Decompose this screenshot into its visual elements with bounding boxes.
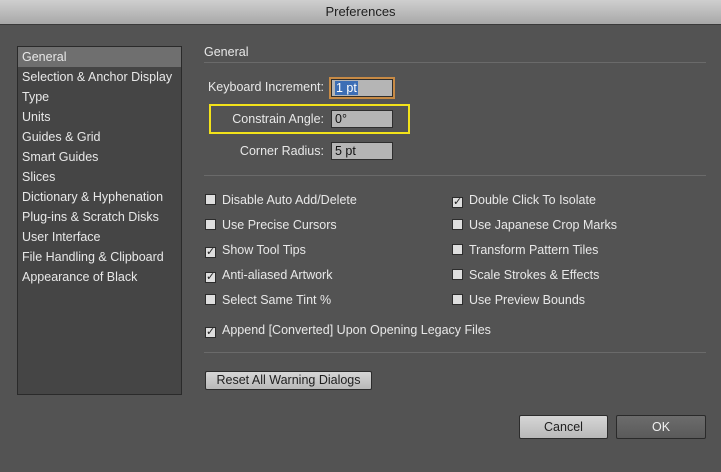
- use-japanese-crop-marks-label: Use Japanese Crop Marks: [469, 218, 617, 232]
- use-precise-cursors-label: Use Precise Cursors: [222, 218, 337, 232]
- transform-pattern-tiles-option[interactable]: Transform Pattern Tiles: [452, 242, 598, 258]
- transform-pattern-tiles-checkbox[interactable]: [452, 244, 463, 255]
- sidebar-item-general[interactable]: General: [18, 47, 181, 67]
- append-converted-label: Append [Converted] Upon Opening Legacy F…: [222, 323, 491, 337]
- double-click-to-isolate-checkbox[interactable]: ✓: [452, 197, 463, 208]
- anti-aliased-artwork-label: Anti-aliased Artwork: [222, 268, 333, 282]
- sidebar-item-guides-grid[interactable]: Guides & Grid: [18, 127, 181, 147]
- double-click-to-isolate-option[interactable]: ✓ Double Click To Isolate: [452, 192, 596, 208]
- disable-auto-add-delete-checkbox[interactable]: [205, 194, 216, 205]
- cancel-button[interactable]: Cancel: [519, 415, 608, 439]
- options-divider-bottom: [204, 352, 706, 353]
- sidebar-item-type[interactable]: Type: [18, 87, 181, 107]
- append-converted-option[interactable]: ✓ Append [Converted] Upon Opening Legacy …: [205, 322, 491, 338]
- reset-warning-dialogs-button[interactable]: Reset All Warning Dialogs: [205, 371, 372, 390]
- scale-strokes-effects-label: Scale Strokes & Effects: [469, 268, 600, 282]
- window-title: Preferences: [0, 0, 721, 25]
- constrain-angle-label: Constrain Angle:: [232, 112, 324, 126]
- show-tool-tips-option[interactable]: ✓ Show Tool Tips: [205, 242, 306, 258]
- show-tool-tips-checkbox[interactable]: ✓: [205, 247, 216, 258]
- keyboard-increment-value: 1 pt: [335, 81, 358, 95]
- preferences-sidebar: General Selection & Anchor Display Type …: [17, 46, 182, 395]
- sidebar-item-dictionary-hyphenation[interactable]: Dictionary & Hyphenation: [18, 187, 181, 207]
- keyboard-increment-input[interactable]: 1 pt: [329, 77, 395, 99]
- preferences-window: Preferences General Selection & Anchor D…: [0, 0, 721, 472]
- disable-auto-add-delete-option[interactable]: Disable Auto Add/Delete: [205, 192, 357, 208]
- keyboard-increment-label: Keyboard Increment:: [207, 80, 324, 94]
- section-title: General: [204, 45, 249, 59]
- anti-aliased-artwork-checkbox[interactable]: ✓: [205, 272, 216, 283]
- use-preview-bounds-checkbox[interactable]: [452, 294, 463, 305]
- select-same-tint-label: Select Same Tint %: [222, 293, 332, 307]
- constrain-angle-input[interactable]: 0°: [331, 110, 393, 128]
- select-same-tint-option[interactable]: Select Same Tint %: [205, 292, 331, 308]
- sidebar-item-user-interface[interactable]: User Interface: [18, 227, 181, 247]
- anti-aliased-artwork-option[interactable]: ✓ Anti-aliased Artwork: [205, 267, 332, 283]
- corner-radius-input[interactable]: 5 pt: [331, 142, 393, 160]
- show-tool-tips-label: Show Tool Tips: [222, 243, 306, 257]
- sidebar-item-file-handling-clipboard[interactable]: File Handling & Clipboard: [18, 247, 181, 267]
- sidebar-item-units[interactable]: Units: [18, 107, 181, 127]
- disable-auto-add-delete-label: Disable Auto Add/Delete: [222, 193, 357, 207]
- sidebar-item-plugins-scratch-disks[interactable]: Plug-ins & Scratch Disks: [18, 207, 181, 227]
- append-converted-checkbox[interactable]: ✓: [205, 327, 216, 338]
- scale-strokes-effects-option[interactable]: Scale Strokes & Effects: [452, 267, 599, 283]
- ok-button[interactable]: OK: [616, 415, 706, 439]
- use-preview-bounds-option[interactable]: Use Preview Bounds: [452, 292, 585, 308]
- sidebar-item-selection-anchor-display[interactable]: Selection & Anchor Display: [18, 67, 181, 87]
- use-japanese-crop-marks-option[interactable]: Use Japanese Crop Marks: [452, 217, 617, 233]
- corner-radius-label: Corner Radius:: [239, 144, 324, 158]
- double-click-to-isolate-label: Double Click To Isolate: [469, 193, 596, 207]
- sidebar-item-smart-guides[interactable]: Smart Guides: [18, 147, 181, 167]
- transform-pattern-tiles-label: Transform Pattern Tiles: [469, 243, 599, 257]
- sidebar-item-slices[interactable]: Slices: [18, 167, 181, 187]
- use-preview-bounds-label: Use Preview Bounds: [469, 293, 586, 307]
- scale-strokes-effects-checkbox[interactable]: [452, 269, 463, 280]
- select-same-tint-checkbox[interactable]: [205, 294, 216, 305]
- use-precise-cursors-option[interactable]: Use Precise Cursors: [205, 217, 337, 233]
- options-divider-top: [204, 175, 706, 176]
- use-japanese-crop-marks-checkbox[interactable]: [452, 219, 463, 230]
- use-precise-cursors-checkbox[interactable]: [205, 219, 216, 230]
- sidebar-item-appearance-of-black[interactable]: Appearance of Black: [18, 267, 181, 287]
- section-divider: [204, 62, 706, 63]
